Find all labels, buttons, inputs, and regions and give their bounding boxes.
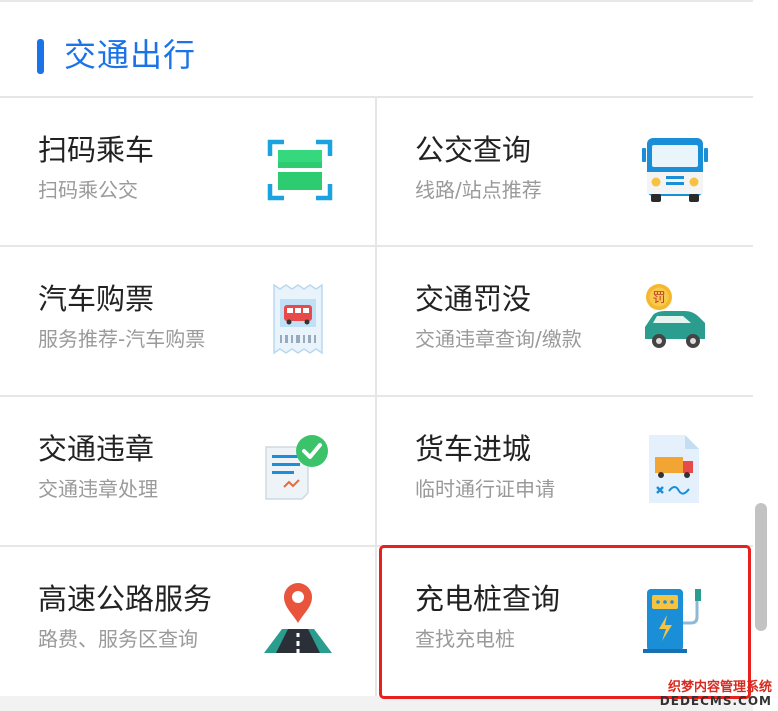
service-traffic-violation[interactable]: 交通违章 交通违章处理 bbox=[0, 397, 374, 545]
watermark: 织梦内容管理系统 DEDECMS.COM bbox=[659, 679, 772, 708]
bus-icon bbox=[639, 134, 711, 206]
section-title: 交通出行 bbox=[64, 36, 197, 74]
traffic-fine-icon: 罚 bbox=[639, 283, 711, 355]
service-title: 充电桩查询 bbox=[415, 582, 561, 616]
service-scan-ride[interactable]: 扫码乘车 扫码乘公交 bbox=[0, 98, 374, 246]
service-subtitle: 查找充电桩 bbox=[415, 627, 515, 651]
service-title: 扫码乘车 bbox=[38, 133, 155, 167]
section-header: 交通出行 bbox=[0, 2, 753, 96]
service-title: 汽车购票 bbox=[38, 282, 155, 316]
service-title: 高速公路服务 bbox=[38, 582, 213, 616]
service-truck-permit[interactable]: 货车进城 临时通行证申请 bbox=[377, 397, 751, 545]
service-title: 交通违章 bbox=[38, 432, 155, 466]
scrollbar-thumb[interactable] bbox=[755, 503, 767, 631]
service-highway[interactable]: 高速公路服务 路费、服务区查询 bbox=[0, 547, 374, 695]
header-accent-bar bbox=[37, 39, 44, 74]
fine-badge-text: 罚 bbox=[652, 291, 665, 306]
service-subtitle: 线路/站点推荐 bbox=[415, 178, 542, 202]
service-bus-query[interactable]: 公交查询 线路/站点推荐 bbox=[377, 98, 751, 246]
service-grid: 扫码乘车 扫码乘公交 公交查询 线路/站点推荐 汽车购票 服务推荐-汽车购票 交… bbox=[0, 96, 753, 711]
service-subtitle: 路费、服务区查询 bbox=[38, 627, 198, 651]
service-title: 货车进城 bbox=[415, 432, 532, 466]
bus-ticket-icon bbox=[262, 283, 334, 355]
service-subtitle: 交通违章查询/缴款 bbox=[415, 327, 582, 351]
service-subtitle: 扫码乘公交 bbox=[38, 178, 138, 202]
service-title: 公交查询 bbox=[415, 133, 532, 167]
service-subtitle: 交通违章处理 bbox=[38, 477, 158, 501]
service-subtitle: 服务推荐-汽车购票 bbox=[38, 327, 206, 351]
transport-panel: 交通出行 扫码乘车 扫码乘公交 公交查询 线路/站点推荐 汽车购票 服务推荐-汽… bbox=[0, 0, 754, 711]
watermark-line-2: DEDECMS.COM bbox=[659, 693, 772, 708]
qr-scan-icon bbox=[264, 134, 336, 206]
service-subtitle: 临时通行证申请 bbox=[415, 477, 555, 501]
service-bus-ticket[interactable]: 汽车购票 服务推荐-汽车购票 bbox=[0, 247, 374, 395]
highway-pin-icon bbox=[262, 583, 334, 655]
truck-permit-icon bbox=[639, 433, 711, 505]
violation-check-icon bbox=[262, 433, 334, 505]
service-title: 交通罚没 bbox=[415, 282, 532, 316]
service-traffic-fine[interactable]: 交通罚没 交通违章查询/缴款 罚 bbox=[377, 247, 751, 395]
bottom-spacer bbox=[0, 696, 753, 711]
charging-pile-icon bbox=[639, 583, 711, 655]
service-charging-pile[interactable]: 充电桩查询 查找充电桩 bbox=[377, 547, 751, 695]
watermark-line-1: 织梦内容管理系统 bbox=[667, 679, 772, 695]
